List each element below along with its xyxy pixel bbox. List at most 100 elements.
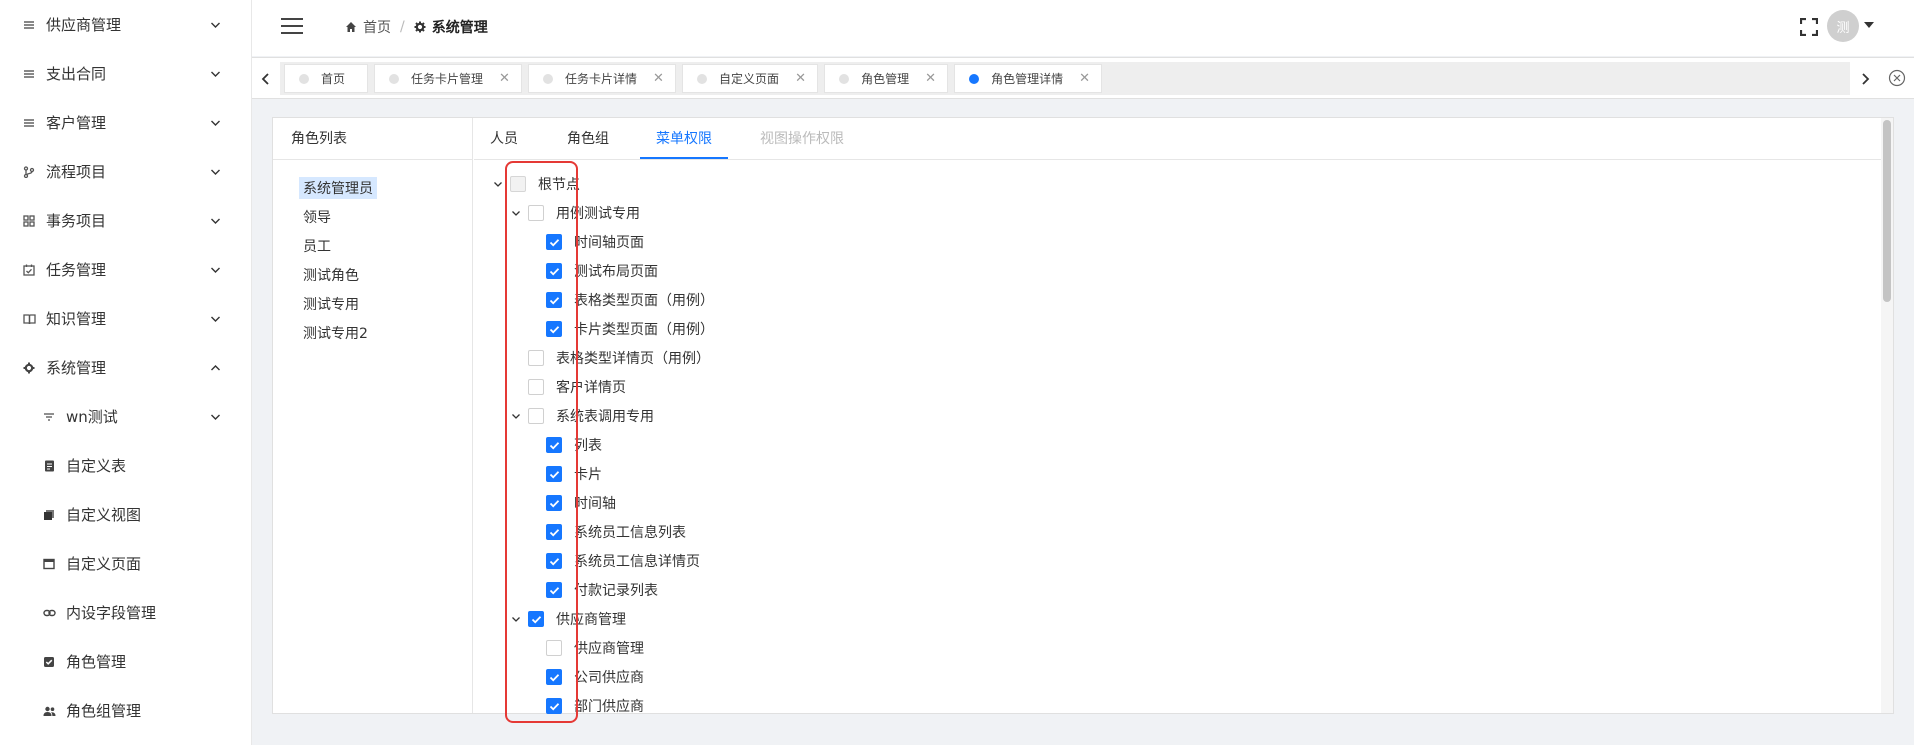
- role-item[interactable]: 测试专用2: [299, 322, 372, 344]
- expand-arrow[interactable]: [209, 117, 221, 129]
- expand-arrow[interactable]: [209, 313, 221, 325]
- chevron-down-icon[interactable]: [510, 207, 522, 219]
- caret-down-icon[interactable]: [1864, 22, 1874, 28]
- page-tab-2[interactable]: 任务卡片详情 ✕: [528, 64, 677, 93]
- sidebar-item-0[interactable]: 供应商管理: [0, 0, 251, 49]
- tree-checkbox[interactable]: [546, 234, 562, 250]
- tree-checkbox[interactable]: [528, 350, 544, 366]
- close-icon[interactable]: ✕: [925, 71, 936, 86]
- tree-checkbox[interactable]: [546, 495, 562, 511]
- role-item[interactable]: 领导: [299, 206, 335, 228]
- expand-arrow[interactable]: [209, 264, 221, 276]
- tree-checkbox: [510, 176, 526, 192]
- tree-checkbox[interactable]: [528, 611, 544, 627]
- sidebar-subitem-3[interactable]: 自定义页面: [0, 539, 251, 588]
- tree-node-label: 测试布局页面: [574, 264, 658, 280]
- sidebar-item-label: 支出合同: [46, 65, 107, 83]
- chevron-left-icon: [261, 72, 269, 85]
- expand-arrow[interactable]: [209, 68, 221, 80]
- permission-tab-1[interactable]: 角色组: [567, 118, 609, 160]
- tab-label: 角色管理: [861, 72, 910, 86]
- sidebar-subitem-1[interactable]: 自定义表: [0, 441, 251, 490]
- sidebar-item-4[interactable]: 事务项目: [0, 196, 251, 245]
- menu-toggle-icon[interactable]: [281, 18, 303, 34]
- expand-arrow[interactable]: [209, 19, 221, 31]
- sidebar-subitem-6[interactable]: 角色组管理: [0, 686, 251, 735]
- sidebar-item-7[interactable]: 系统管理: [0, 343, 251, 392]
- tree-node-label: 系统员工信息列表: [574, 525, 686, 541]
- close-icon[interactable]: ✕: [499, 71, 510, 86]
- sidebar-subitem-2[interactable]: 自定义视图: [0, 490, 251, 539]
- sidebar-item-label: 内设字段管理: [66, 604, 157, 622]
- close-all-tabs-icon[interactable]: [1888, 69, 1906, 87]
- tree-checkbox[interactable]: [546, 640, 562, 656]
- top-header: 首页 / 系统管理 测: [252, 0, 1914, 56]
- close-icon[interactable]: ✕: [1079, 71, 1090, 86]
- tree-checkbox[interactable]: [546, 321, 562, 337]
- permission-tabs: 人员 角色组 菜单权限 视图操作权限: [474, 118, 1893, 160]
- avatar[interactable]: 测: [1827, 10, 1859, 42]
- page-tab-5[interactable]: 角色管理详情 ✕: [954, 64, 1103, 93]
- sidebar-subitem-0[interactable]: wn测试: [0, 392, 251, 441]
- chevron-down-icon[interactable]: [510, 410, 522, 422]
- expand-arrow[interactable]: [209, 362, 221, 374]
- fullscreen-icon[interactable]: [1800, 18, 1818, 36]
- role-item[interactable]: 员工: [299, 235, 335, 257]
- tree-node: 卡片: [528, 463, 602, 485]
- permission-tab-2[interactable]: 菜单权限: [656, 118, 712, 160]
- chevron-down-icon[interactable]: [510, 613, 522, 625]
- tree-checkbox[interactable]: [546, 582, 562, 598]
- tree-checkbox[interactable]: [546, 437, 562, 453]
- page-tab-3[interactable]: 自定义页面 ✕: [682, 64, 819, 93]
- tree-checkbox[interactable]: [528, 408, 544, 424]
- sidebar-subitem-4[interactable]: 内设字段管理: [0, 588, 251, 637]
- tabs-scroll-left-button[interactable]: [252, 58, 280, 99]
- permission-tab-0[interactable]: 人员: [490, 118, 518, 160]
- tree-node-label: 时间轴: [574, 496, 616, 512]
- tree-checkbox[interactable]: [546, 292, 562, 308]
- tree-node: 公司供应商: [528, 666, 644, 688]
- tree-node-label: 用例测试专用: [556, 206, 640, 222]
- expand-arrow[interactable]: [209, 166, 221, 178]
- scrollbar-thumb[interactable]: [1883, 120, 1891, 302]
- page-tab-4[interactable]: 角色管理 ✕: [824, 64, 949, 93]
- vertical-scrollbar[interactable]: [1881, 118, 1893, 713]
- sidebar-subitem-5[interactable]: 角色管理: [0, 637, 251, 686]
- calendar-check-icon: [22, 263, 36, 277]
- tree-checkbox[interactable]: [546, 466, 562, 482]
- role-item[interactable]: 测试角色: [299, 264, 363, 286]
- sidebar-item-1[interactable]: 支出合同: [0, 49, 251, 98]
- breadcrumb-home[interactable]: 首页: [345, 17, 391, 37]
- tree-checkbox[interactable]: [546, 553, 562, 569]
- tree-checkbox[interactable]: [546, 698, 562, 714]
- sidebar-item-2[interactable]: 客户管理: [0, 98, 251, 147]
- close-icon[interactable]: ✕: [653, 71, 664, 86]
- sidebar-item-3[interactable]: 流程项目: [0, 147, 251, 196]
- tree-checkbox[interactable]: [528, 205, 544, 221]
- tree-checkbox[interactable]: [528, 379, 544, 395]
- sidebar-item-5[interactable]: 任务管理: [0, 245, 251, 294]
- list-icon: [22, 67, 36, 81]
- role-item[interactable]: 系统管理员: [299, 177, 377, 199]
- sidebar-item-6[interactable]: 知识管理: [0, 294, 251, 343]
- page-tab-0[interactable]: 首页: [284, 64, 369, 93]
- tree-node: 时间轴页面: [528, 231, 644, 253]
- chevron-up-icon: [210, 364, 220, 370]
- chevron-down-icon[interactable]: [492, 178, 504, 190]
- close-icon[interactable]: ✕: [795, 71, 806, 86]
- tree-checkbox[interactable]: [546, 669, 562, 685]
- tabs-scroll-right-button[interactable]: [1851, 58, 1879, 99]
- expand-arrow[interactable]: [209, 411, 221, 423]
- tree-node-label: 部门供应商: [574, 699, 644, 715]
- page-tab-1[interactable]: 任务卡片管理 ✕: [374, 64, 523, 93]
- role-item[interactable]: 测试专用: [299, 293, 363, 315]
- tree-checkbox[interactable]: [546, 263, 562, 279]
- filter-icon: [42, 410, 56, 424]
- tree-checkbox[interactable]: [546, 524, 562, 540]
- tree-node: 系统员工信息详情页: [528, 550, 700, 572]
- expand-arrow[interactable]: [209, 215, 221, 227]
